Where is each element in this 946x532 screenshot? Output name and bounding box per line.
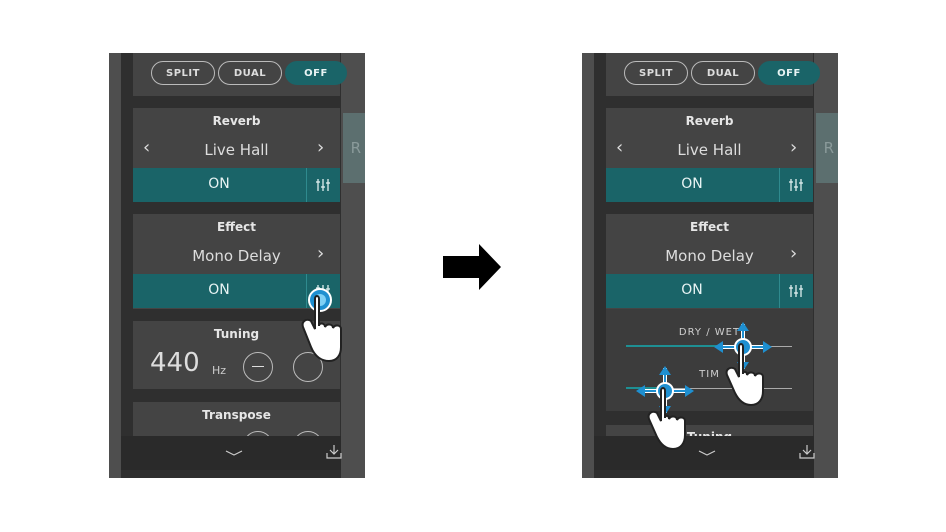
chevron-right-icon[interactable]: ›: [317, 139, 324, 157]
peek-letter: R: [823, 139, 834, 157]
mixer-sliders-icon[interactable]: [315, 177, 331, 193]
off-button[interactable]: OFF: [758, 61, 820, 85]
settings-panel: SPLIT DUAL OFF Reverb ‹ Live Hall › ON E…: [594, 53, 820, 478]
divider: [306, 168, 307, 202]
tuning-minus-button[interactable]: [243, 352, 273, 382]
reverb-title: Reverb: [212, 114, 261, 128]
divider: [779, 274, 780, 308]
reverb-title: Reverb: [685, 114, 734, 128]
reverb-card: Reverb ‹ Live Hall › ON: [133, 108, 340, 202]
chevron-down-icon[interactable]: [225, 448, 243, 458]
reverb-on-label: ON: [681, 176, 703, 192]
effect-on-label: ON: [208, 282, 230, 298]
reverb-on-label: ON: [208, 176, 230, 192]
divider: [779, 168, 780, 202]
hand-pointer-icon: [301, 288, 342, 363]
bottom-bar: [594, 436, 815, 470]
off-button[interactable]: OFF: [285, 61, 347, 85]
reverb-value: Live Hall: [677, 141, 742, 159]
settings-panel: SPLIT DUAL OFF Reverb ‹ Live Hall › ON E…: [121, 53, 347, 478]
chevron-right-icon[interactable]: ›: [317, 245, 324, 263]
phone-screen-before: R SPLIT DUAL OFF Reverb ‹ Live Hall › ON…: [109, 53, 365, 478]
dual-button[interactable]: DUAL: [691, 61, 755, 85]
dry-wet-label: DRY / WET: [678, 327, 741, 338]
effect-value: Mono Delay: [192, 247, 281, 265]
reverb-card: Reverb ‹ Live Hall › ON: [606, 108, 813, 202]
mixer-sliders-icon[interactable]: [788, 283, 804, 299]
right-arrow-icon: [443, 244, 501, 290]
reverb-on-toggle[interactable]: ON: [133, 168, 340, 202]
effect-title: Effect: [690, 220, 729, 234]
chevron-down-icon[interactable]: [698, 448, 716, 458]
hand-drag-icon: [714, 322, 772, 407]
phone-screen-after: R SPLIT DUAL OFF Reverb ‹ Live Hall › ON…: [582, 53, 838, 478]
mixer-sliders-icon[interactable]: [788, 177, 804, 193]
effect-on-label: ON: [681, 282, 703, 298]
reverb-value: Live Hall: [204, 141, 269, 159]
download-icon[interactable]: [326, 444, 342, 460]
hand-drag-icon: [636, 366, 694, 451]
bottom-bar: [121, 436, 342, 470]
effect-value: Mono Delay: [665, 247, 754, 265]
effect-on-toggle[interactable]: ON: [606, 274, 813, 308]
chevron-right-icon[interactable]: ›: [790, 245, 797, 263]
split-button[interactable]: SPLIT: [624, 61, 688, 85]
tuning-value: 440: [150, 348, 200, 378]
chevron-right-icon[interactable]: ›: [790, 139, 797, 157]
dual-button[interactable]: DUAL: [218, 61, 282, 85]
reverb-on-toggle[interactable]: ON: [606, 168, 813, 202]
mode-card: SPLIT DUAL OFF: [606, 53, 820, 96]
peek-letter: R: [350, 139, 361, 157]
split-button[interactable]: SPLIT: [151, 61, 215, 85]
effect-title: Effect: [217, 220, 256, 234]
transpose-title: Transpose: [202, 408, 271, 422]
mode-card: SPLIT DUAL OFF: [133, 53, 347, 96]
tuning-unit: Hz: [212, 364, 227, 377]
download-icon[interactable]: [799, 444, 815, 460]
